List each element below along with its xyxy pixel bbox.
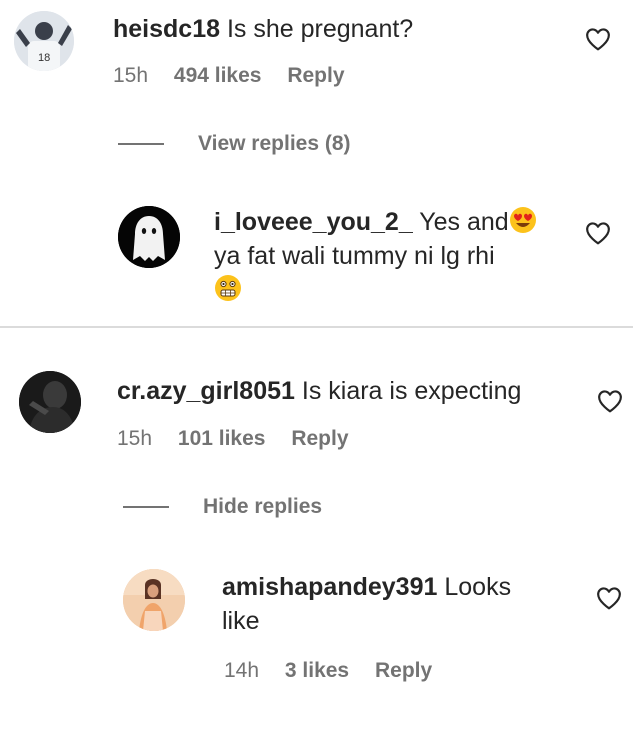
reply-body-line2: ya fat wali tummy ni lg rhi — [214, 242, 495, 270]
heart-outline-icon[interactable] — [597, 389, 623, 413]
timestamp[interactable]: 15h — [113, 64, 148, 87]
username[interactable]: i_loveee_you_2_ — [214, 208, 413, 236]
reply-meta: 14h 3 likes Reply — [224, 659, 452, 683]
svg-text:18: 18 — [38, 52, 50, 64]
likes-count[interactable]: 101 likes — [178, 427, 266, 450]
view-replies-button[interactable]: View replies (8) — [118, 132, 351, 156]
reply-button[interactable]: Reply — [375, 659, 432, 682]
reply-body-line1: Yes and — [419, 208, 509, 236]
heart-outline-icon[interactable] — [585, 221, 611, 245]
likes-count[interactable]: 3 likes — [285, 659, 349, 682]
timestamp[interactable]: 15h — [117, 427, 152, 450]
reply-body-line1: Looks — [444, 573, 512, 601]
heart-eyes-emoji — [509, 207, 536, 233]
avatar[interactable] — [19, 371, 81, 433]
divider — [0, 326, 633, 328]
username[interactable]: heisdc18 — [113, 15, 220, 43]
avatar[interactable]: 18 — [14, 11, 74, 71]
comment-text: heisdc18 Is she pregnant? — [113, 12, 413, 46]
view-replies-label[interactable]: View replies (8) — [198, 132, 351, 155]
reply-body-line2: like — [222, 607, 260, 635]
thread-line — [118, 143, 164, 146]
timestamp[interactable]: 14h — [224, 659, 259, 682]
comment-meta: 15h 494 likes Reply — [113, 64, 365, 88]
comment-body: Is she pregnant? — [226, 15, 414, 43]
heart-outline-icon[interactable] — [585, 27, 611, 51]
comment-text: cr.azy_girl8051 Is kiara is expecting — [117, 374, 521, 408]
hide-replies-label[interactable]: Hide replies — [203, 495, 322, 518]
thread-line — [123, 506, 169, 509]
reply-button[interactable]: Reply — [291, 427, 348, 450]
likes-count[interactable]: 494 likes — [174, 64, 262, 87]
username[interactable]: cr.azy_girl8051 — [117, 377, 295, 405]
avatar[interactable] — [123, 569, 185, 631]
grimacing-emoji — [215, 275, 241, 301]
comment-meta: 15h 101 likes Reply — [117, 427, 369, 451]
heart-outline-icon[interactable] — [596, 586, 622, 610]
avatar[interactable] — [118, 206, 180, 268]
hide-replies-button[interactable]: Hide replies — [123, 495, 322, 519]
comment-body: Is kiara is expecting — [301, 377, 522, 405]
reply-text: i_loveee_you_2_ Yes and ya fat wali tumm… — [214, 205, 537, 307]
username[interactable]: amishapandey391 — [222, 573, 437, 601]
reply-button[interactable]: Reply — [287, 64, 344, 87]
reply-text: amishapandey391 Looks like — [222, 570, 511, 638]
